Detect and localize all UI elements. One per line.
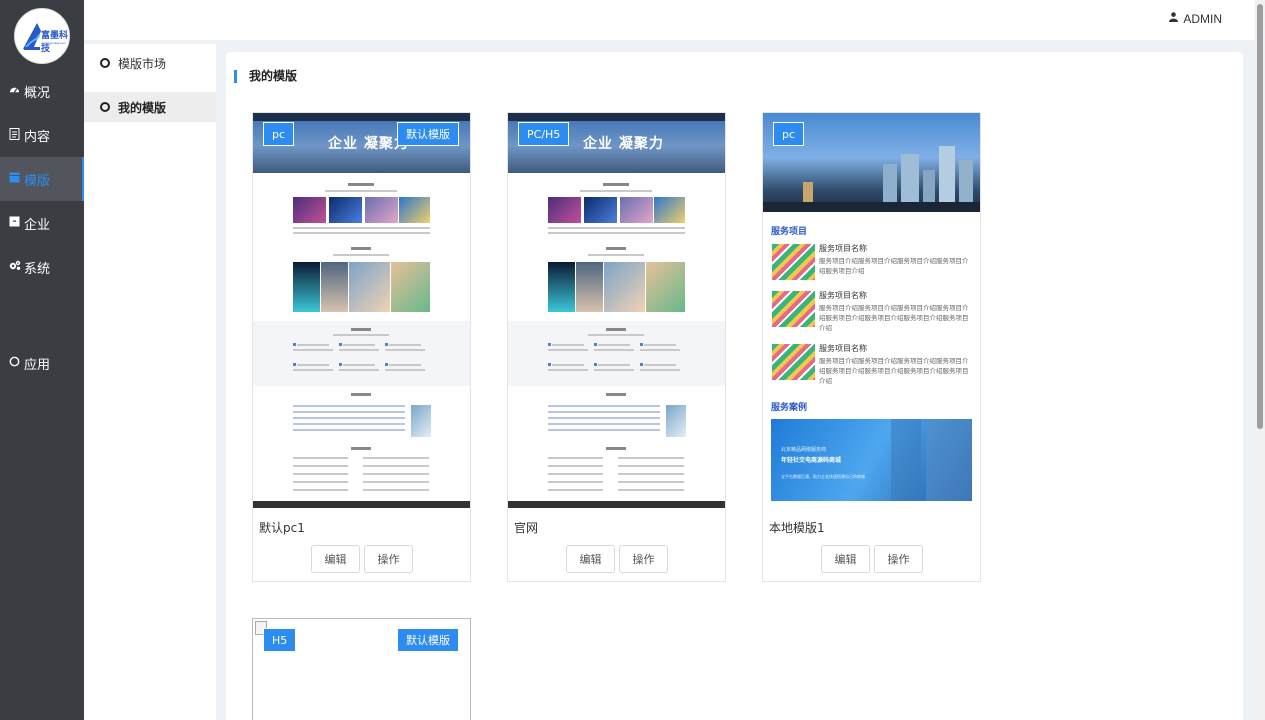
template-submenu: 模版市场 我的模版 bbox=[84, 44, 216, 720]
sidebar-item-system[interactable]: 系统 bbox=[0, 245, 84, 289]
service-title: 服务项目名称 bbox=[819, 291, 867, 300]
main-panel: 我的模版 企业 凝聚力 pc 默认模版 默认pc1 编辑 操作 企业 凝聚力 P… bbox=[226, 52, 1243, 720]
case-text: 全平台数据打通，助力企业快速搭建自己的商城 bbox=[781, 474, 865, 479]
default-template-badge: 默认模版 bbox=[397, 122, 459, 146]
service-image bbox=[772, 244, 815, 280]
sidebar-item-enterprise[interactable]: 企业 bbox=[0, 201, 84, 245]
gears-icon bbox=[8, 260, 21, 274]
template-thumbnail[interactable]: 企业 凝聚力 bbox=[253, 113, 470, 508]
template-name: 本地模版1 bbox=[769, 521, 825, 535]
platform-tag: PC/H5 bbox=[518, 122, 570, 146]
platform-tag: pc bbox=[263, 122, 295, 146]
card-actions: 编辑 操作 bbox=[566, 545, 668, 573]
card-actions: 编辑 操作 bbox=[821, 545, 923, 573]
template-thumbnail[interactable]: 服务项目 服务项目名称 服务项目介绍服务项目介绍服务项目介绍服务项目介绍服务项目… bbox=[763, 113, 980, 508]
sidebar-item-label: 模版 bbox=[24, 173, 51, 189]
sidebar-item-label: 应用 bbox=[24, 357, 51, 373]
radio-icon bbox=[100, 58, 110, 68]
service-image bbox=[772, 344, 815, 380]
service-title: 服务项目名称 bbox=[819, 344, 867, 353]
sidebar-item-overview[interactable]: 概况 bbox=[0, 69, 84, 113]
service-description: 服务项目介绍服务项目介绍服务项目介绍服务项目介绍服务项目介绍服务项目介绍服务项目… bbox=[819, 357, 969, 385]
edit-button[interactable]: 编辑 bbox=[566, 545, 615, 573]
scrollbar-thumb[interactable] bbox=[1257, 4, 1263, 429]
submenu-item-label: 模版市场 bbox=[118, 56, 167, 71]
sidebar-item-template[interactable]: 模版 bbox=[0, 157, 84, 201]
building-icon bbox=[8, 216, 21, 230]
platform-tag: H5 bbox=[263, 628, 297, 652]
sidebar-item-label: 企业 bbox=[24, 217, 51, 233]
cases-heading: 服务案例 bbox=[771, 403, 808, 413]
service-description: 服务项目介绍服务项目介绍服务项目介绍服务项目介绍服务项目介绍服务项目介绍服务项目… bbox=[819, 304, 969, 332]
template-card[interactable]: 企业 凝聚力 bbox=[252, 112, 471, 582]
dashboard-icon bbox=[8, 84, 21, 98]
main-sidebar: 富墨科技 www.fumokeji.com 概况 内容 模版 企业 系统 应用 bbox=[0, 0, 84, 720]
operate-button[interactable]: 操作 bbox=[619, 545, 668, 573]
brand-logo[interactable]: 富墨科技 www.fumokeji.com bbox=[14, 8, 70, 64]
top-header: ADMIN bbox=[84, 0, 1265, 40]
template-card[interactable]: H5 默认模版 bbox=[252, 618, 471, 720]
sidebar-item-label: 内容 bbox=[24, 129, 51, 145]
page-scrollbar[interactable] bbox=[1255, 0, 1265, 720]
submenu-item-label: 我的模版 bbox=[118, 100, 167, 115]
case-text: 北京精品网络服务商 bbox=[781, 447, 827, 453]
sidebar-item-content[interactable]: 内容 bbox=[0, 113, 84, 157]
template-name: 官网 bbox=[514, 521, 539, 535]
services-heading: 服务项目 bbox=[771, 227, 808, 237]
edit-button[interactable]: 编辑 bbox=[821, 545, 870, 573]
template-thumbnail[interactable]: 企业 凝聚力 bbox=[508, 113, 725, 508]
submenu-item-my-templates[interactable]: 我的模版 bbox=[84, 92, 216, 122]
logo-subtext: www.fumokeji.com bbox=[41, 41, 66, 45]
sidebar-item-label: 概况 bbox=[24, 85, 51, 101]
page-title: 我的模版 bbox=[234, 70, 297, 83]
user-menu[interactable]: ADMIN bbox=[1168, 11, 1222, 26]
service-title: 服务项目名称 bbox=[819, 244, 867, 253]
operate-button[interactable]: 操作 bbox=[364, 545, 413, 573]
submenu-item-market[interactable]: 模版市场 bbox=[84, 48, 216, 78]
edit-button[interactable]: 编辑 bbox=[311, 545, 360, 573]
user-name: ADMIN bbox=[1183, 12, 1222, 26]
sidebar-item-apps[interactable]: 应用 bbox=[0, 341, 84, 385]
service-description: 服务项目介绍服务项目介绍服务项目介绍服务项目介绍服务项目介绍 bbox=[819, 257, 969, 275]
template-card[interactable]: 服务项目 服务项目名称 服务项目介绍服务项目介绍服务项目介绍服务项目介绍服务项目… bbox=[762, 112, 981, 582]
thumbnail-hero-text: 企业 凝聚力 bbox=[583, 136, 664, 152]
sidebar-item-label: 系统 bbox=[24, 261, 51, 277]
operate-button[interactable]: 操作 bbox=[874, 545, 923, 573]
case-banner: 北京精品网络服务商 年轻社交电商源码商城 全平台数据打通，助力企业快速搭建自己的… bbox=[771, 419, 972, 501]
platform-tag: pc bbox=[773, 122, 805, 146]
template-name: 默认pc1 bbox=[259, 521, 305, 535]
template-card[interactable]: 企业 凝聚力 bbox=[507, 112, 726, 582]
template-icon bbox=[8, 172, 21, 186]
document-icon bbox=[8, 127, 21, 143]
service-image bbox=[772, 291, 815, 327]
user-icon bbox=[1168, 11, 1178, 22]
radio-icon bbox=[100, 102, 110, 112]
card-actions: 编辑 操作 bbox=[311, 545, 413, 573]
default-template-badge: 默认模版 bbox=[397, 628, 459, 652]
case-text: 年轻社交电商源码商城 bbox=[781, 457, 842, 464]
circle-icon bbox=[8, 356, 21, 370]
